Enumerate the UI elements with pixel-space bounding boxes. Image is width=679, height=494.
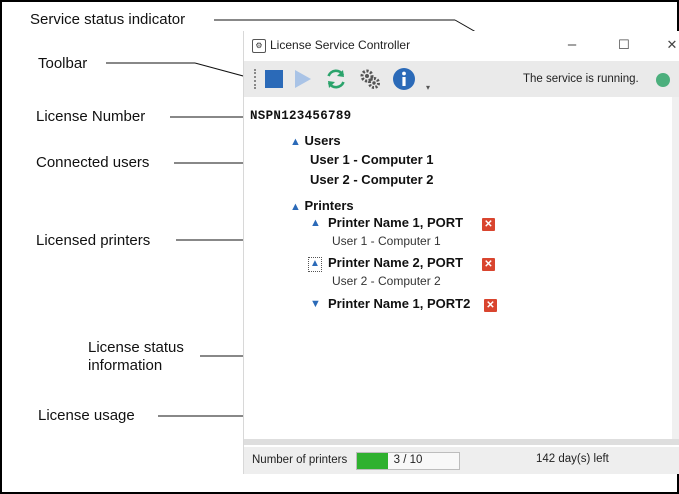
service-status-indicator xyxy=(656,73,670,87)
callout-service-status: Service status indicator xyxy=(30,11,186,28)
expand-triangle-icon[interactable]: ▼ xyxy=(310,298,321,310)
callout-toolbar: Toolbar xyxy=(38,55,88,72)
close-button[interactable]: ✕ xyxy=(658,34,679,56)
printer-user: User 1 - Computer 1 xyxy=(332,234,441,248)
maximize-button[interactable]: ☐ xyxy=(610,34,638,56)
printer-item[interactable]: Printer Name 1, PORT xyxy=(328,215,463,230)
stop-icon[interactable] xyxy=(262,67,286,91)
toolbar-overflow-icon[interactable]: ▾ xyxy=(426,83,430,92)
license-usage-bar: 3 / 10 xyxy=(356,452,460,470)
collapse-triangle-icon[interactable]: ▲ xyxy=(310,217,321,229)
callout-licensed-printers: Licensed printers xyxy=(36,232,151,249)
printer-user: User 2 - Computer 2 xyxy=(332,274,441,288)
callout-license-status-line2: information xyxy=(88,357,163,374)
remove-printer-button[interactable]: ✕ xyxy=(484,299,497,312)
users-header: Users xyxy=(304,133,341,148)
license-number: NSPN123456789 xyxy=(250,109,352,123)
license-days-left: 142 day(s) left xyxy=(536,453,609,465)
horizontal-scrollbar[interactable] xyxy=(244,439,679,445)
callout-license-status-line1: License status xyxy=(88,339,184,356)
user-item[interactable]: User 1 - Computer 1 xyxy=(310,152,434,167)
collapse-triangle-icon[interactable]: ▲ xyxy=(308,257,322,272)
license-service-window: ⚙ License Service Controller – ☐ ✕ ▾ The… xyxy=(243,31,679,474)
toolbar-grip[interactable] xyxy=(254,69,259,89)
users-group[interactable]: ▲ Users xyxy=(290,133,341,148)
service-status-text: The service is running. xyxy=(523,73,639,85)
printer-item[interactable]: Printer Name 2, PORT xyxy=(328,255,463,270)
app-icon: ⚙ xyxy=(252,39,266,53)
settings-icon[interactable] xyxy=(358,67,382,91)
printers-group[interactable]: ▲ Printers xyxy=(290,198,354,213)
status-bar: Number of printers 3 / 10 142 day(s) lef… xyxy=(244,447,679,474)
minimize-button[interactable]: – xyxy=(558,34,586,56)
play-icon[interactable] xyxy=(290,67,314,91)
toolbar: ▾ The service is running. xyxy=(244,61,679,97)
remove-printer-button[interactable]: ✕ xyxy=(482,258,495,271)
window-title: License Service Controller xyxy=(270,38,411,52)
collapse-triangle-icon[interactable]: ▲ xyxy=(290,201,301,213)
printer-item[interactable]: Printer Name 1, PORT2 xyxy=(328,296,470,311)
license-usage-text: 3 / 10 xyxy=(393,454,423,466)
callout-license-number: License Number xyxy=(36,108,146,125)
collapse-triangle-icon[interactable]: ▲ xyxy=(290,136,301,148)
refresh-icon[interactable] xyxy=(324,67,348,91)
user-item[interactable]: User 2 - Computer 2 xyxy=(310,172,434,187)
printers-count-label: Number of printers xyxy=(252,454,348,466)
vertical-scrollbar[interactable] xyxy=(672,97,679,445)
info-icon[interactable] xyxy=(392,67,416,91)
printers-header: Printers xyxy=(304,198,354,213)
remove-printer-button[interactable]: ✕ xyxy=(482,218,495,231)
license-tree-panel: NSPN123456789 ▲ Users User 1 - Computer … xyxy=(244,97,679,445)
title-bar[interactable]: ⚙ License Service Controller – ☐ ✕ xyxy=(244,31,679,59)
callout-connected-users: Connected users xyxy=(36,154,150,171)
callout-license-usage: License usage xyxy=(38,407,135,424)
